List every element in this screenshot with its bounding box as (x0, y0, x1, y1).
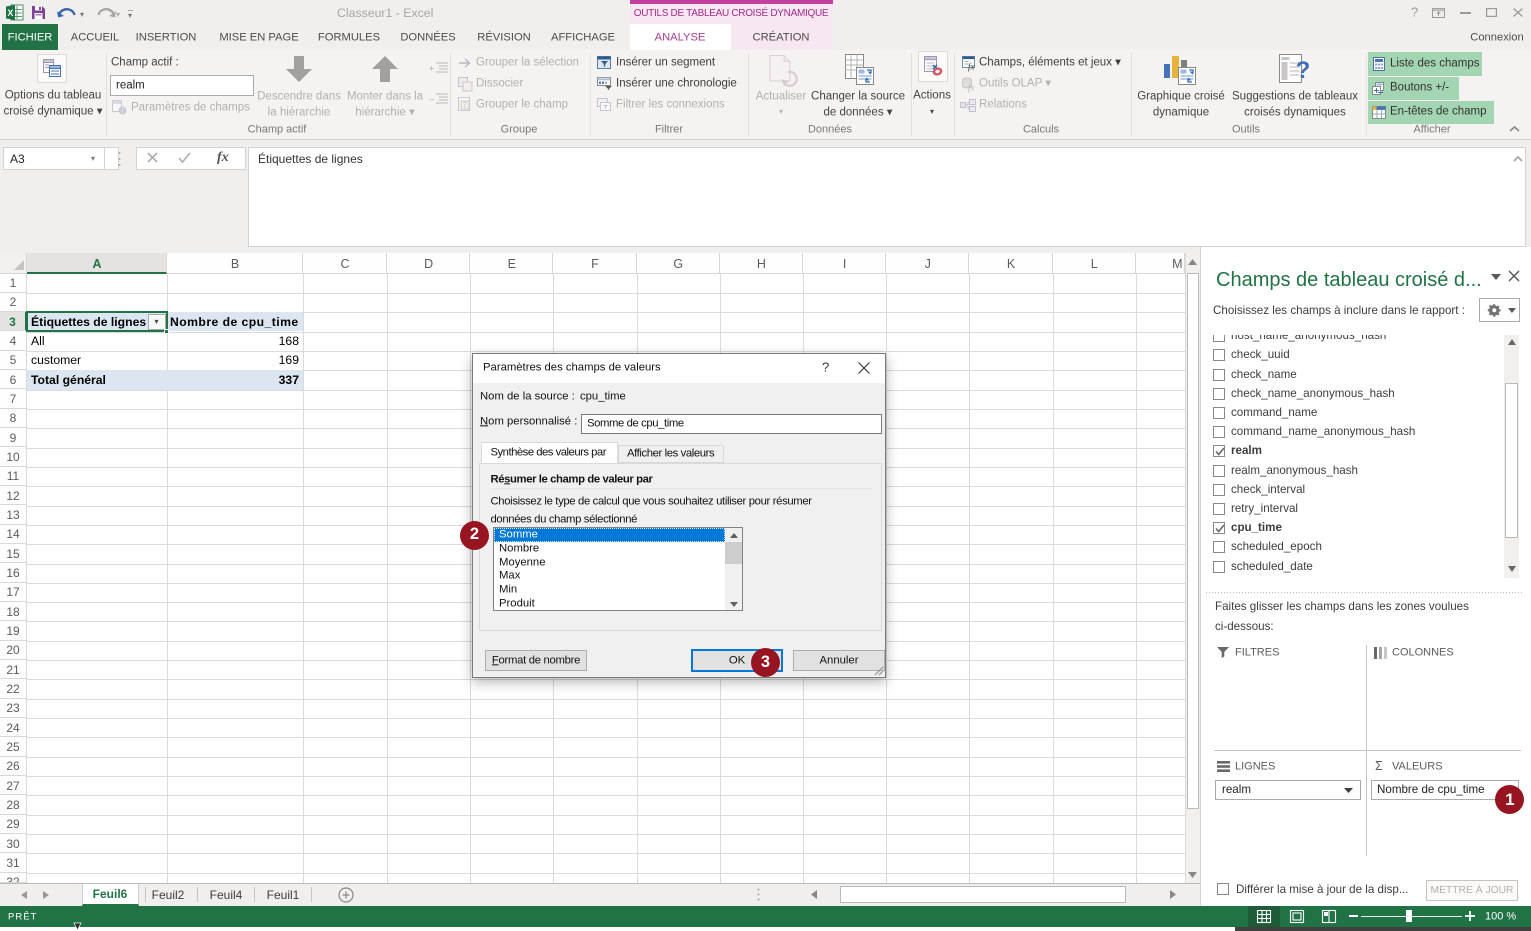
svg-text:X: X (7, 8, 13, 18)
svg-text:7: 7 (463, 103, 467, 110)
svg-text:fx: fx (968, 62, 975, 72)
svg-text:i: i (122, 107, 124, 115)
svg-text:?: ? (1296, 57, 1311, 84)
svg-text:fx: fx (968, 83, 975, 93)
